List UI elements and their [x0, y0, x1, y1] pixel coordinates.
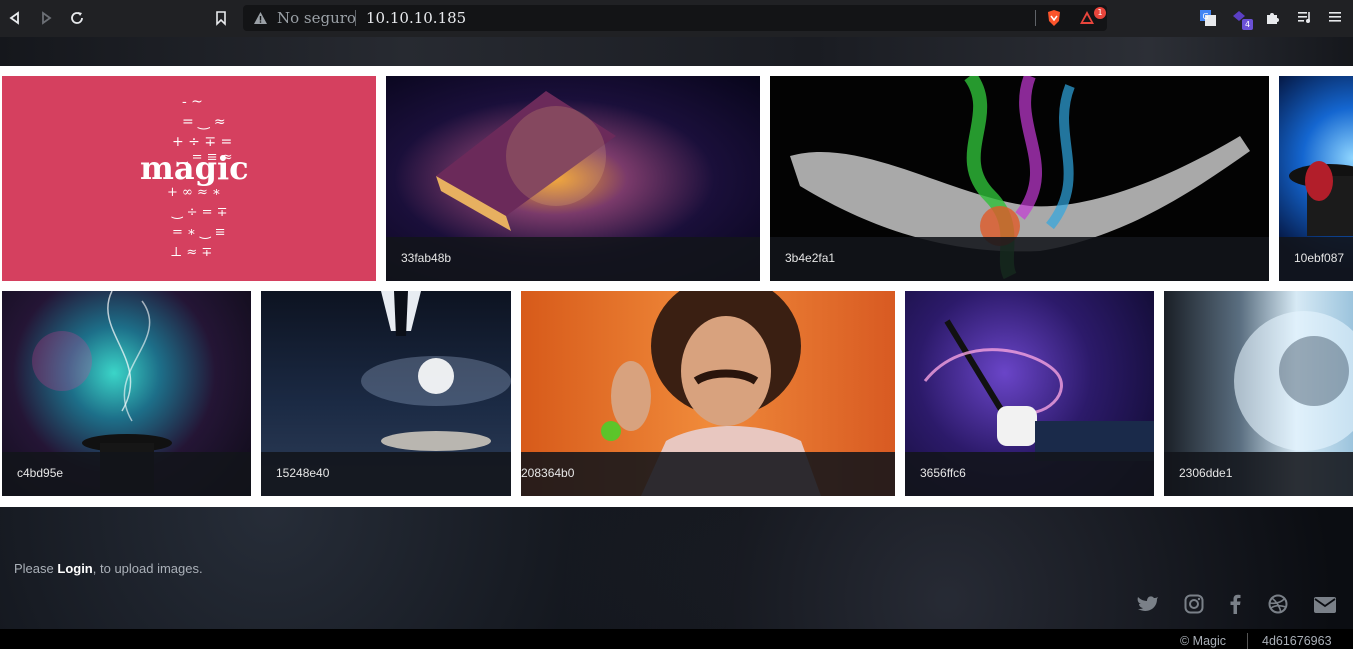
version-text: 4d61676963 [1262, 634, 1332, 648]
translate-icon[interactable]: G [1199, 9, 1217, 27]
image-caption: 15248e40 [276, 466, 330, 480]
svg-text:+ ∞ ≈ ∗: + ∞ ≈ ∗ [167, 185, 221, 200]
page: - ~ = ‿ ≈ + ÷ ∓ = ‿ = ≡ ≈ magic + ∞ ≈ ∗ … [0, 37, 1353, 649]
gallery-card[interactable]: 208364b0 [521, 291, 895, 496]
dribbble-icon[interactable] [1268, 594, 1288, 614]
address-bar[interactable]: No seguro 10.10.10.185 [243, 5, 1107, 31]
warning-icon [254, 12, 267, 24]
svg-text:‿ ÷ = ∓: ‿ ÷ = ∓ [171, 205, 228, 220]
url-text[interactable]: 10.10.10.185 [366, 9, 466, 27]
url-separator [355, 10, 356, 26]
login-prompt: Please Login, to upload images. [14, 561, 203, 576]
image-caption-bar: 15248e40 [261, 452, 511, 496]
image-caption: 208364b0 [521, 466, 575, 480]
facebook-icon[interactable] [1229, 594, 1241, 614]
back-button[interactable] [5, 8, 25, 28]
image-gallery: - ~ = ‿ ≈ + ÷ ∓ = ‿ = ≡ ≈ magic + ∞ ≈ ∗ … [0, 66, 1353, 507]
gallery-card[interactable]: 33fab48b [386, 76, 760, 281]
image-caption: 3b4e2fa1 [785, 251, 836, 265]
svg-text:+ ÷ ∓ =: + ÷ ∓ = [172, 134, 232, 150]
image-caption: 10ebf087 [1294, 251, 1345, 265]
magic-logo-image: - ~ = ‿ ≈ + ÷ ∓ = ‿ = ≡ ≈ magic + ∞ ≈ ∗ … [140, 94, 249, 260]
gallery-card[interactable]: 2306dde1 [1164, 291, 1353, 496]
image-caption-bar: c4bd95e [2, 452, 251, 496]
image-caption-bar: 3656ffc6 [905, 452, 1154, 496]
forward-button[interactable] [36, 8, 56, 28]
media-playlist-icon[interactable] [1297, 10, 1313, 24]
gallery-card[interactable]: c4bd95e [2, 291, 251, 496]
gallery-card[interactable]: 15248e40 [261, 291, 511, 496]
reload-button[interactable] [67, 8, 87, 28]
security-label: No seguro [277, 9, 356, 27]
copyright-text: © Magic [1180, 634, 1227, 648]
login-link[interactable]: Login [57, 561, 92, 576]
login-prompt-prefix: Please [14, 561, 58, 576]
image-caption-bar: 10ebf087 [1279, 237, 1353, 281]
email-icon[interactable] [1314, 597, 1336, 613]
url-divider [1035, 10, 1036, 26]
image-caption-bar: 2306dde1 [1164, 452, 1353, 496]
reload-icon [71, 12, 83, 24]
svg-text:= ‿ ≈: = ‿ ≈ [182, 114, 226, 130]
gallery-card[interactable]: 3b4e2fa1 [770, 76, 1269, 281]
back-icon [9, 11, 19, 25]
extension-badge: 4 [1242, 19, 1253, 30]
browser-toolbar: No seguro 10.10.10.185 1 G 4 [0, 0, 1353, 37]
menu-icon[interactable] [1328, 10, 1342, 24]
svg-text:G: G [1203, 12, 1209, 21]
extensions-icon[interactable] [1264, 10, 1280, 26]
footer-divider [1247, 633, 1248, 649]
brave-rewards-icon[interactable] [1079, 10, 1095, 25]
shields-badge: 1 [1094, 7, 1106, 19]
svg-text:magic: magic [140, 149, 249, 187]
image-caption-bar: 208364b0 [521, 452, 895, 496]
image-caption: c4bd95e [17, 466, 64, 480]
bookmark-icon [216, 11, 226, 26]
image-caption: 3656ffc6 [920, 466, 966, 480]
image-caption-bar: 3b4e2fa1 [770, 237, 1269, 281]
brave-shields-icon[interactable] [1046, 9, 1062, 27]
image-caption-bar: 33fab48b [386, 237, 760, 281]
instagram-icon[interactable] [1184, 594, 1204, 614]
svg-text:- ~: - ~ [182, 94, 203, 110]
login-prompt-suffix: , to upload images. [92, 561, 203, 576]
header-banner [0, 37, 1353, 66]
svg-text:= ∗ ‿ ≡: = ∗ ‿ ≡ [172, 225, 225, 240]
gallery-card[interactable]: 3656ffc6 [905, 291, 1154, 496]
gallery-card-logo[interactable]: - ~ = ‿ ≈ + ÷ ∓ = ‿ = ≡ ≈ magic + ∞ ≈ ∗ … [2, 76, 376, 281]
svg-text:⊥ ≈ ∓: ⊥ ≈ ∓ [170, 245, 212, 260]
bookmark-button[interactable] [211, 8, 231, 28]
gallery-card[interactable]: 10ebf087 [1279, 76, 1353, 281]
image-caption: 2306dde1 [1179, 466, 1233, 480]
twitter-icon[interactable] [1137, 594, 1159, 614]
image-caption: 33fab48b [401, 251, 452, 265]
forward-icon [42, 11, 52, 25]
